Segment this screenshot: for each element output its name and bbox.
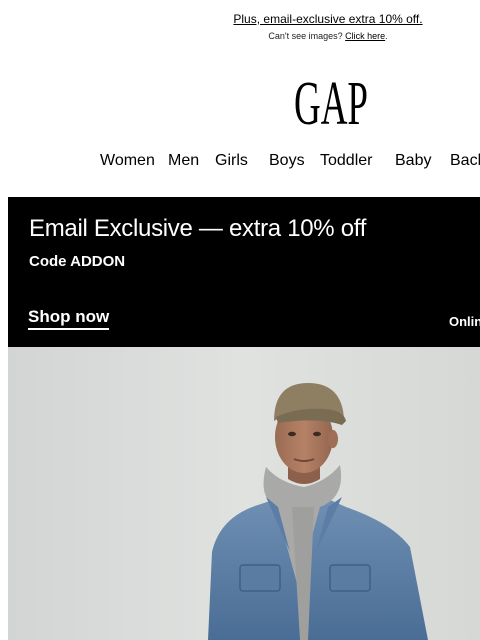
hero-photo [8,347,480,640]
hero-image[interactable] [8,347,480,640]
nav-item-baby[interactable]: Baby [395,152,431,170]
promo-title: Email Exclusive — extra 10% off [29,215,367,242]
promo-note: Onlin [449,314,480,329]
nav-item-back[interactable]: Back [450,152,480,170]
nav-item-girls[interactable]: Girls [215,152,248,170]
click-here-link[interactable]: Click here [345,31,385,41]
promo-banner[interactable]: Email Exclusive — extra 10% off Code ADD… [8,197,480,347]
gap-logo-text: GAP [294,70,368,128]
preheader: Plus, email-exclusive extra 10% off. Can… [0,10,480,41]
gap-logo[interactable]: GAP [293,70,369,128]
shop-now-button[interactable]: Shop now [28,307,110,330]
promo-code: Code ADDON [29,253,126,270]
images-prompt: Can't see images? [268,31,343,41]
images-suffix: . [385,31,388,41]
nav-item-boys[interactable]: Boys [269,152,305,170]
nav-item-women[interactable]: Women [100,152,155,170]
category-nav: Women Men Girls Boys Toddler Baby Back [0,152,480,172]
nav-item-toddler[interactable]: Toddler [320,152,372,170]
preheader-link[interactable]: Plus, email-exclusive extra 10% off. [233,12,422,26]
view-in-browser: Can't see images? Click here. [0,31,480,41]
nav-item-men[interactable]: Men [168,152,199,170]
